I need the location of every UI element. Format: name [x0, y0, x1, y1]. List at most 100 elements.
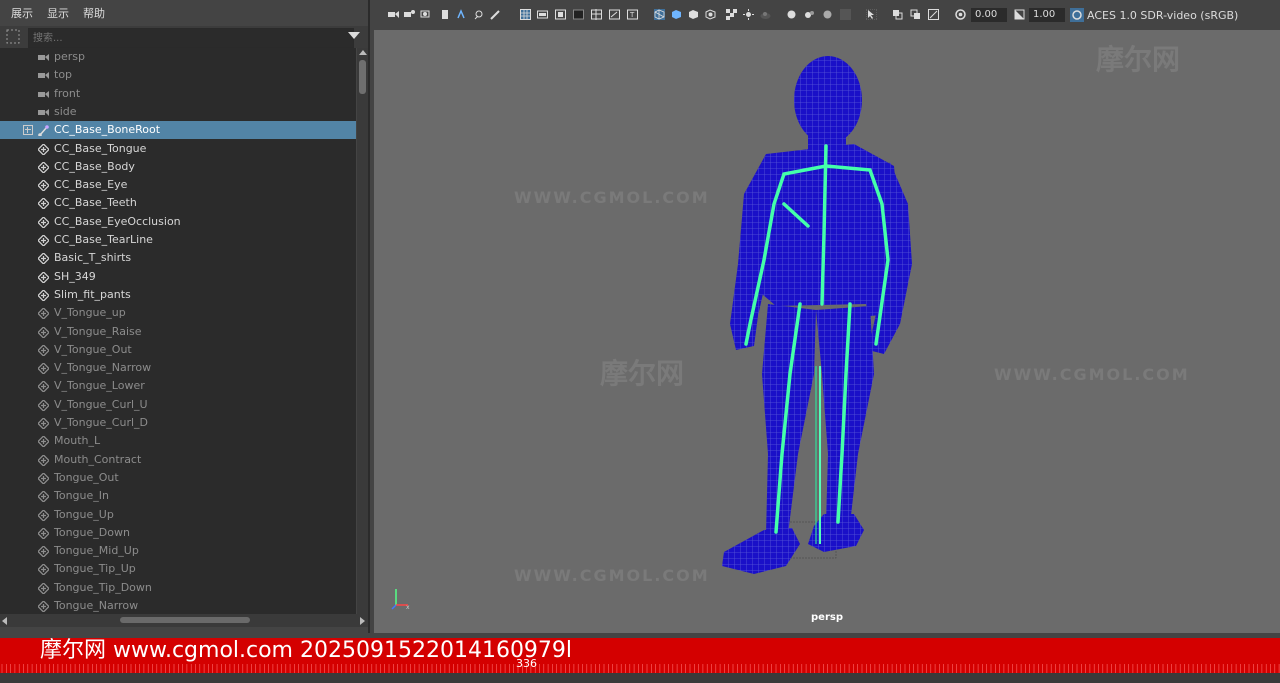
outliner-item[interactable]: CC_Base_Eye [0, 176, 356, 194]
search-dropdown-icon[interactable] [348, 32, 360, 39]
transform-icon [38, 271, 49, 283]
outliner-horizontal-scrollbar[interactable] [0, 614, 368, 627]
use-all-lights-icon[interactable] [726, 9, 737, 20]
gamma-field[interactable]: 1.00 [1029, 8, 1065, 22]
bookmarks-icon[interactable] [420, 9, 431, 20]
xray-active-icon[interactable] [910, 9, 921, 20]
outliner-item[interactable]: V_Tongue_Raise [0, 323, 356, 341]
outliner-item[interactable]: CC_Base_Teeth [0, 194, 356, 212]
select-camera-icon[interactable] [388, 9, 399, 20]
outliner-item[interactable]: Mouth_L [0, 432, 356, 450]
outliner-item[interactable]: Tongue_Narrow [0, 597, 356, 614]
smooth-shade-icon[interactable] [671, 9, 682, 20]
outliner-item[interactable]: CC_Base_BoneRoot [0, 121, 356, 140]
scroll-right-icon[interactable] [360, 617, 365, 625]
transform-icon [38, 180, 49, 192]
scrollbar-thumb[interactable] [359, 60, 366, 94]
expand-icon[interactable] [23, 125, 33, 136]
scroll-up-icon[interactable] [359, 50, 367, 55]
outliner-item-label: CC_Base_Tongue [54, 141, 147, 155]
outliner-item[interactable]: CC_Base_Tongue [0, 140, 356, 158]
menu-display[interactable]: 展示 [11, 5, 33, 21]
outliner-item-label: SH_349 [54, 269, 96, 283]
outliner-item[interactable]: CC_Base_Body [0, 158, 356, 176]
outliner-item[interactable]: Tongue_Tip_Up [0, 560, 356, 578]
viewport-panel[interactable]: T 0.00 1.00 ACES 1.0 SDR-video (sRGB) 摩尔… [374, 0, 1280, 633]
outliner-item[interactable]: Tongue_Tip_Down [0, 579, 356, 597]
outliner-item[interactable]: CC_Base_EyeOcclusion [0, 213, 356, 231]
depth-of-field-icon[interactable] [822, 9, 833, 20]
outliner-item-label: side [54, 104, 77, 118]
outliner-item[interactable]: Basic_T_shirts [0, 249, 356, 267]
outliner-item[interactable]: V_Tongue_Out [0, 341, 356, 359]
outliner-tree: persp top front side CC_Base_BoneRoot CC_Base… [0, 48, 356, 614]
watermark-logo: 摩尔网 [1096, 43, 1181, 76]
outliner-item[interactable]: Tongue_Up [0, 506, 356, 524]
backface-culling-icon[interactable] [928, 9, 939, 20]
scroll-left-icon[interactable] [2, 617, 7, 625]
shadows-icon[interactable] [743, 9, 754, 20]
image-plane-icon[interactable] [440, 9, 451, 20]
gate-mask-icon[interactable] [573, 9, 584, 20]
wireframe-icon[interactable] [654, 9, 665, 20]
filter-icon[interactable] [4, 28, 24, 46]
isolate-select-icon[interactable] [866, 9, 877, 20]
textured-icon[interactable] [705, 9, 716, 20]
range-slider[interactable] [0, 673, 1280, 683]
outliner-item[interactable]: V_Tongue_Narrow [0, 359, 356, 377]
gamma-icon[interactable] [1014, 9, 1025, 20]
outliner-item[interactable]: Tongue_Mid_Up [0, 542, 356, 560]
xray-icon[interactable] [840, 9, 851, 20]
color-management-icon[interactable] [1070, 8, 1084, 22]
exposure-icon[interactable] [955, 9, 966, 20]
color-management-label[interactable]: ACES 1.0 SDR-video (sRGB) [1087, 9, 1238, 22]
outliner-item[interactable]: persp [0, 48, 356, 66]
character-wireframe-model[interactable] [704, 54, 934, 584]
two-d-pan-icon[interactable] [456, 9, 467, 20]
scrollbar-thumb[interactable] [120, 617, 250, 623]
outliner-item[interactable]: V_Tongue_up [0, 304, 356, 322]
transform-icon [38, 454, 49, 466]
pencil-icon[interactable] [490, 9, 501, 20]
outliner-item[interactable]: Slim_fit_pants [0, 286, 356, 304]
outliner-item-label: V_Tongue_up [54, 306, 126, 320]
outliner-item[interactable]: Tongue_Out [0, 469, 356, 487]
film-gate-icon[interactable] [537, 9, 548, 20]
safe-action-icon[interactable] [609, 9, 620, 20]
outliner-item[interactable]: V_Tongue_Curl_U [0, 396, 356, 414]
transform-icon [38, 601, 49, 612]
xray-joints-icon[interactable] [892, 9, 903, 20]
outliner-item-label: Tongue_Mid_Up [54, 544, 139, 558]
transform-icon [38, 253, 49, 265]
resolution-gate-icon[interactable] [555, 9, 566, 20]
field-chart-icon[interactable] [591, 9, 602, 20]
watermark-site: WWW.CGMOL.COM [514, 566, 710, 585]
exposure-field[interactable]: 0.00 [971, 8, 1007, 22]
menu-help[interactable]: 帮助 [83, 5, 105, 21]
camera-attributes-icon[interactable] [404, 9, 415, 20]
multisample-aa-icon[interactable] [804, 9, 815, 20]
outliner-item[interactable]: V_Tongue_Lower [0, 377, 356, 395]
outliner-item[interactable]: V_Tongue_Curl_D [0, 414, 356, 432]
outliner-item[interactable]: Tongue_Down [0, 524, 356, 542]
screen-space-ao-icon[interactable] [760, 9, 771, 20]
transform-icon [38, 289, 49, 301]
outliner-item[interactable]: side [0, 103, 356, 121]
outliner-item[interactable]: Mouth_Contract [0, 451, 356, 469]
outliner-item-label: Tongue_Up [54, 507, 114, 521]
outliner-item[interactable]: CC_Base_TearLine [0, 231, 356, 249]
outliner-item[interactable]: Tongue_In [0, 487, 356, 505]
outliner-item-label: V_Tongue_Raise [54, 324, 142, 338]
outliner-vertical-scrollbar[interactable] [357, 48, 368, 614]
grid-icon[interactable] [520, 9, 531, 20]
outliner-item[interactable]: top [0, 66, 356, 84]
grease-pencil-icon[interactable] [474, 9, 485, 20]
wireframe-on-shaded-icon[interactable] [688, 9, 699, 20]
safe-title-icon[interactable]: T [627, 9, 638, 20]
outliner-item[interactable]: SH_349 [0, 268, 356, 286]
search-input[interactable] [28, 28, 354, 48]
outliner-item[interactable]: front [0, 85, 356, 103]
motion-blur-icon[interactable] [786, 9, 797, 20]
menu-show[interactable]: 显示 [47, 5, 69, 21]
transform-icon [38, 326, 49, 338]
